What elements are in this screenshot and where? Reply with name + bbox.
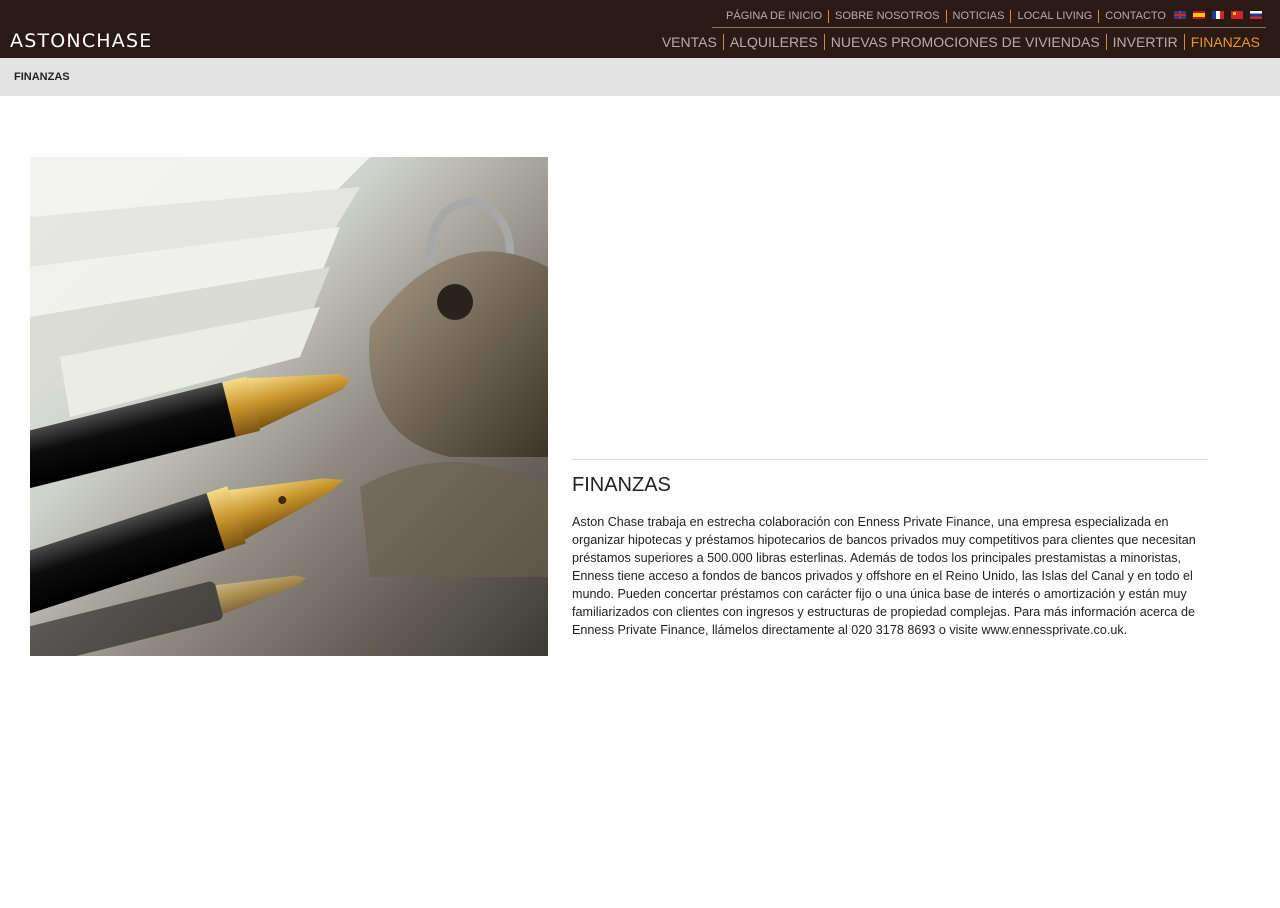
top-nav-link-home[interactable]: PÁGINA DE INICIO: [720, 10, 828, 23]
breadcrumb-bar: FINANZAS: [0, 58, 1280, 96]
main-nav-link-invest[interactable]: INVERTIR: [1105, 34, 1184, 50]
top-nav-link-news[interactable]: NOTICIAS: [945, 9, 1011, 23]
header-divider: [712, 27, 1266, 28]
site-header: ASTONCHASE PÁGINA DE INICIO SOBRE NOSOTR…: [0, 0, 1280, 58]
top-nav-link-contact[interactable]: CONTACTO: [1098, 9, 1172, 23]
main-nav-link-new-developments[interactable]: NUEVAS PROMOCIONES DE VIVIENDAS: [823, 34, 1106, 50]
finance-description: Aston Chase trabaja en estrecha colabora…: [572, 515, 1196, 637]
uk-flag-icon[interactable]: [1174, 11, 1186, 19]
main-nav-link-rentals[interactable]: ALQUILERES: [722, 34, 824, 50]
site-logo[interactable]: ASTONCHASE: [10, 31, 152, 51]
main-nav: VENTAS ALQUILERES NUEVAS PROMOCIONES DE …: [656, 34, 1266, 50]
pens-and-keys-illustration: [30, 157, 548, 656]
main-nav-link-finance[interactable]: FINANZAS: [1183, 34, 1266, 50]
pens-and-keys-photo: [30, 157, 548, 656]
page-title: FINANZAS: [572, 474, 671, 496]
language-selector: [1174, 11, 1262, 19]
top-nav-link-local-living[interactable]: LOCAL LIVING: [1010, 9, 1098, 23]
china-flag-icon[interactable]: [1231, 11, 1243, 19]
spain-flag-icon[interactable]: [1193, 11, 1205, 19]
top-nav-link-about[interactable]: SOBRE NOSOTROS: [828, 9, 946, 23]
russia-flag-icon[interactable]: [1250, 11, 1262, 19]
france-flag-icon[interactable]: [1212, 11, 1224, 19]
main-nav-link-sales[interactable]: VENTAS: [656, 34, 723, 50]
breadcrumb: FINANZAS: [14, 71, 70, 83]
top-nav: PÁGINA DE INICIO SOBRE NOSOTROS NOTICIAS…: [720, 9, 1172, 23]
content-divider: [572, 459, 1208, 460]
